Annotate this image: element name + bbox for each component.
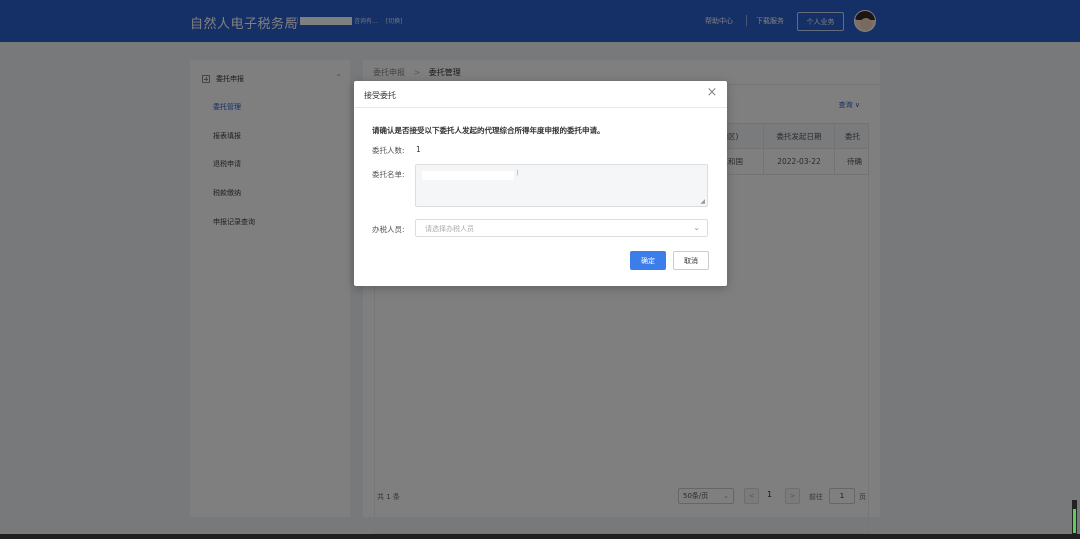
dialog-title: 接受委托 xyxy=(364,91,396,100)
entrust-count-label: 委托人数: xyxy=(372,146,405,155)
close-icon[interactable]: × xyxy=(705,86,719,100)
tax-person-placeholder: 请选择办税人员 xyxy=(425,225,474,233)
tax-person-label: 办税人员: xyxy=(372,225,405,234)
redacted-entrust-names xyxy=(422,171,514,180)
confirm-button[interactable]: 确定 xyxy=(630,251,666,270)
battery-icon xyxy=(1072,500,1077,534)
battery-level xyxy=(1073,509,1076,533)
cancel-button[interactable]: 取消 xyxy=(673,251,709,270)
entrust-count-value: 1 xyxy=(416,145,421,154)
dialog-divider xyxy=(354,107,727,108)
entrust-list-suffix: ) xyxy=(516,169,519,177)
bottom-strip xyxy=(0,534,1080,539)
tax-person-select[interactable]: 请选择办税人员 ⌄ xyxy=(415,219,708,237)
accept-entrust-dialog: 接受委托 × 请确认是否接受以下委托人发起的代理综合所得年度申报的委托申请。 委… xyxy=(354,81,727,286)
confirm-message: 请确认是否接受以下委托人发起的代理综合所得年度申报的委托申请。 xyxy=(372,126,605,135)
entrust-list-label: 委托名单: xyxy=(372,170,405,179)
resize-grip-icon[interactable]: ◢ xyxy=(700,198,705,205)
entrust-list-textarea[interactable]: ) ◢ xyxy=(415,164,708,207)
chevron-down-icon: ⌄ xyxy=(693,223,700,232)
